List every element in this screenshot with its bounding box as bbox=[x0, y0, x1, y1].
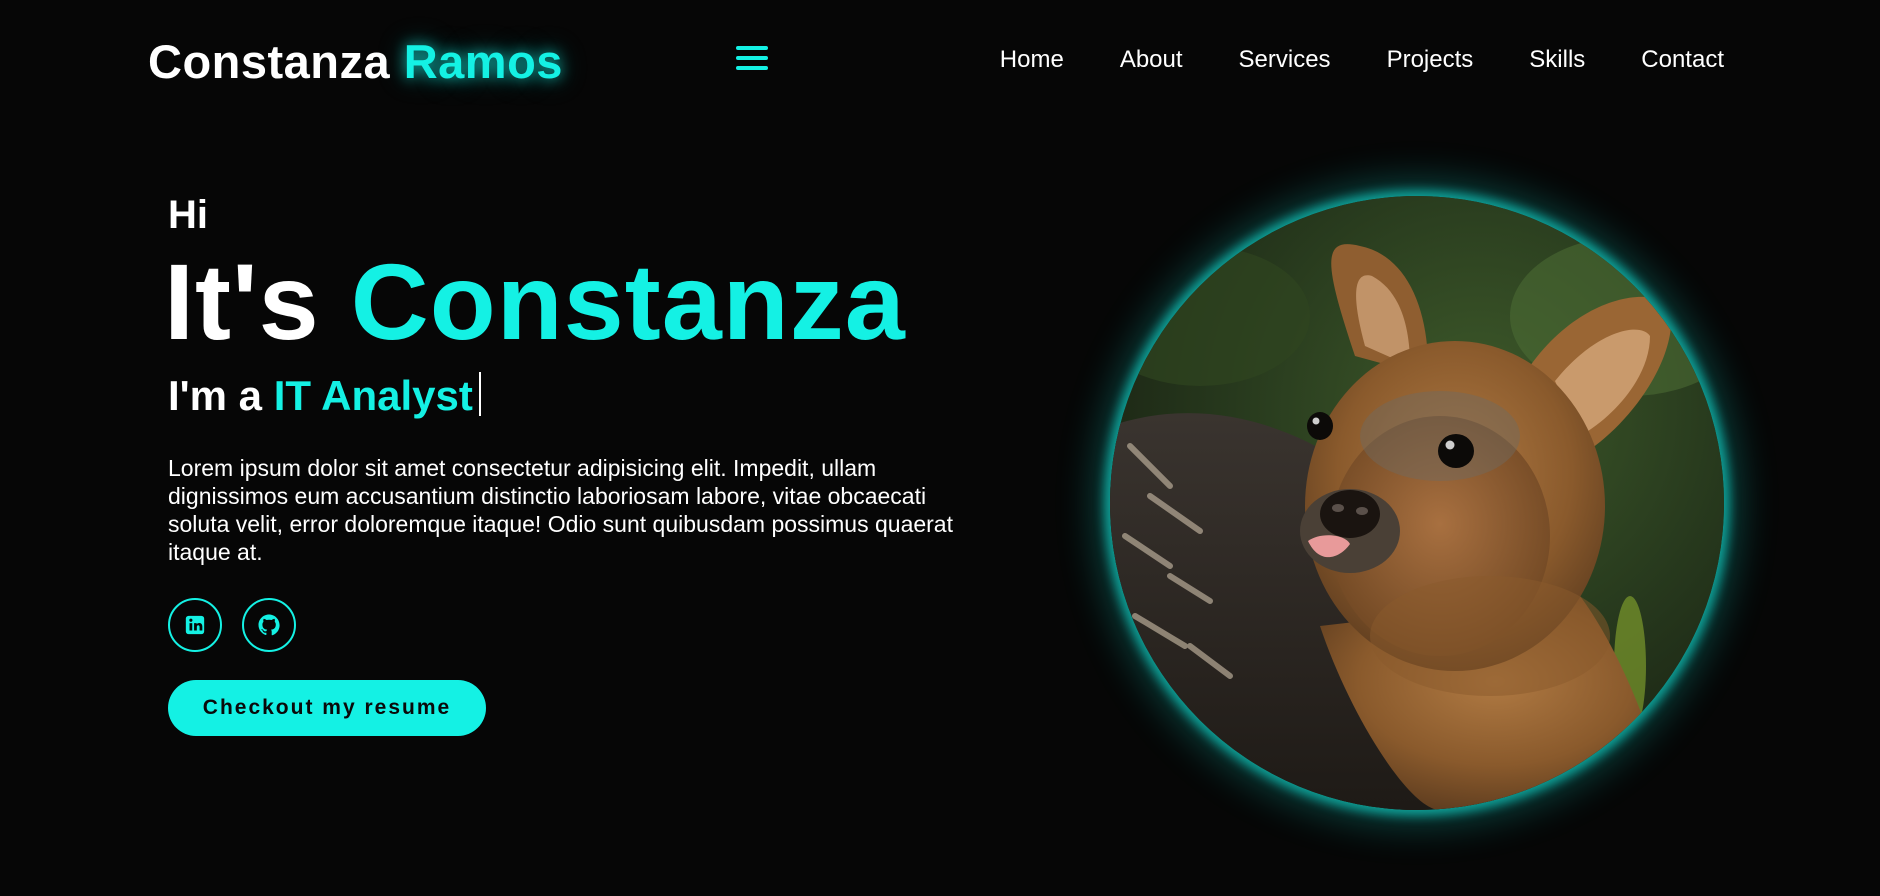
hero-section: Hi It's Constanza I'm a IT Analyst Lorem… bbox=[164, 190, 1008, 736]
typing-caret bbox=[478, 372, 481, 416]
role-title: IT Analyst bbox=[273, 372, 473, 419]
headline-name: Constanza bbox=[350, 241, 906, 362]
deer-portrait-image bbox=[1110, 196, 1724, 810]
nav-link-about[interactable]: About bbox=[1120, 44, 1183, 76]
logo-first-name: Constanza bbox=[148, 35, 391, 88]
hero-bio: Lorem ipsum dolor sit amet consectetur a… bbox=[168, 455, 953, 565]
hero-greeting: Hi bbox=[168, 193, 208, 237]
headline-prefix: It's bbox=[164, 241, 320, 362]
nav-link-home[interactable]: Home bbox=[1000, 44, 1064, 76]
linkedin-link[interactable] bbox=[168, 598, 222, 652]
logo-last-name: Ramos bbox=[403, 35, 563, 88]
nav-link-contact[interactable]: Contact bbox=[1641, 44, 1724, 76]
role-prefix: I'm a bbox=[168, 372, 263, 419]
resume-button[interactable]: Checkout my resume bbox=[168, 680, 486, 736]
hero-headline: It's Constanza bbox=[164, 244, 1008, 360]
github-icon bbox=[258, 614, 280, 636]
nav-link-projects[interactable]: Projects bbox=[1387, 44, 1474, 76]
main-nav: Home About Services Projects Skills Cont… bbox=[944, 44, 1724, 76]
nav-link-services[interactable]: Services bbox=[1239, 44, 1331, 76]
nav-link-skills[interactable]: Skills bbox=[1529, 44, 1585, 76]
social-links bbox=[168, 598, 1008, 652]
profile-portrait bbox=[1110, 196, 1724, 810]
hero-role: I'm a IT Analyst bbox=[168, 370, 1008, 422]
linkedin-icon bbox=[185, 615, 205, 635]
site-header: Constanza Ramos Home About Services Proj… bbox=[0, 0, 1880, 120]
site-logo[interactable]: Constanza Ramos bbox=[148, 34, 563, 90]
github-link[interactable] bbox=[242, 598, 296, 652]
hamburger-menu-icon[interactable] bbox=[734, 44, 770, 74]
